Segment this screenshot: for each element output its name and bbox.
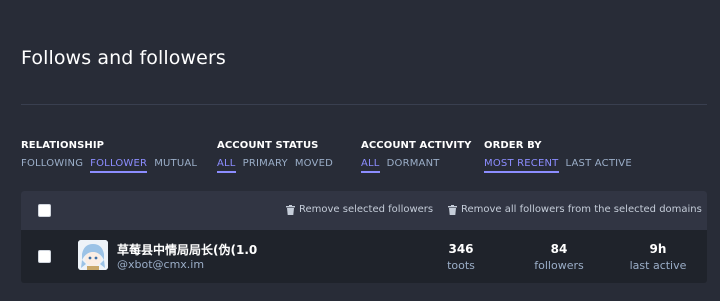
stat-value: 346	[448, 242, 474, 256]
trash-icon	[286, 204, 295, 215]
filter-order-by: ORDER BY MOST RECENT LAST ACTIVE	[484, 140, 632, 173]
remove-domains-button[interactable]: Remove all followers from the selected d…	[448, 204, 702, 215]
avatar[interactable]	[78, 240, 108, 270]
filter-label: ORDER BY	[484, 140, 542, 151]
remove-selected-label: Remove selected followers	[299, 204, 434, 215]
stat-last-active: 9h last active	[623, 242, 693, 272]
batch-actions-bar: Remove selected followers Remove all fol…	[21, 191, 707, 230]
filter-option-most-recent[interactable]: MOST RECENT	[484, 158, 559, 173]
filter-option-moved[interactable]: MOVED	[295, 158, 333, 173]
remove-domains-label: Remove all followers from the selected d…	[461, 204, 702, 215]
filter-account-status: ACCOUNT STATUS ALL PRIMARY MOVED	[217, 140, 333, 173]
remove-selected-button[interactable]: Remove selected followers	[286, 204, 433, 215]
filter-option-following[interactable]: FOLLOWING	[21, 158, 83, 173]
stat-label: last active	[629, 259, 687, 272]
filter-option-dormant[interactable]: DORMANT	[387, 158, 440, 173]
page-title: Follows and followers	[21, 47, 226, 69]
filter-label: ACCOUNT STATUS	[217, 140, 319, 151]
divider	[21, 104, 707, 105]
accounts-table: Remove selected followers Remove all fol…	[21, 191, 707, 283]
filter-label: RELATIONSHIP	[21, 140, 105, 151]
select-all-checkbox[interactable]	[38, 204, 51, 217]
filter-option-all[interactable]: ALL	[361, 158, 380, 173]
filter-relationship: RELATIONSHIP FOLLOWING FOLLOWER MUTUAL	[21, 140, 197, 173]
avatar-image	[78, 240, 108, 270]
filter-label: ACCOUNT ACTIVITY	[361, 140, 472, 151]
account-display-name[interactable]: 草莓县中情局局长(伪(1.0	[117, 241, 257, 258]
trash-icon	[448, 204, 457, 215]
filter-option-primary[interactable]: PRIMARY	[243, 158, 288, 173]
table-row: 草莓县中情局局长(伪(1.0 @xbot@cmx.im 346 toots 84…	[21, 230, 707, 283]
filter-option-follower[interactable]: FOLLOWER	[90, 158, 148, 173]
stat-value: 84	[550, 242, 568, 256]
filter-option-mutual[interactable]: MUTUAL	[154, 158, 197, 173]
account-handle: @xbot@cmx.im	[117, 258, 205, 271]
row-checkbox[interactable]	[38, 250, 51, 263]
filter-account-activity: ACCOUNT ACTIVITY ALL DORMANT	[361, 140, 471, 173]
filter-option-all[interactable]: ALL	[217, 158, 236, 173]
stat-followers: 84 followers	[524, 242, 594, 272]
stat-label: toots	[447, 259, 475, 272]
stat-toots: 346 toots	[426, 242, 496, 272]
stat-label: followers	[534, 259, 584, 272]
filter-option-last-active[interactable]: LAST ACTIVE	[566, 158, 632, 173]
stat-value: 9h	[649, 242, 667, 256]
